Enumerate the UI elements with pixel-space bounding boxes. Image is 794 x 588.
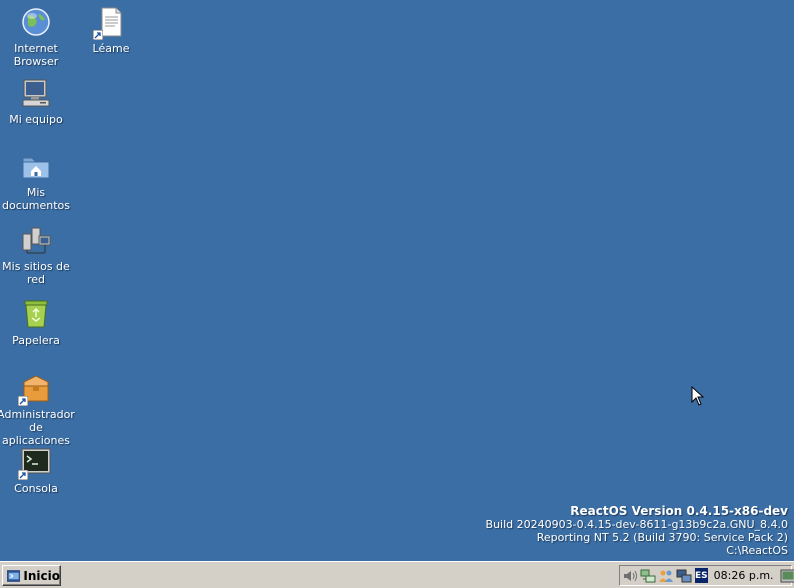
package-icon <box>18 372 52 406</box>
desktop-icon-administrador-de-aplicaciones[interactable]: Administrador de aplicaciones <box>0 372 75 447</box>
start-button-label: Inicio <box>23 568 60 583</box>
version-build: Build 20240903-0.4.15-dev-8611-g13b9c2a.… <box>485 518 788 531</box>
display-icon[interactable] <box>676 568 692 584</box>
version-info: ReactOS Version 0.4.15-x86-dev Build 202… <box>486 504 788 557</box>
desktop-icon-label: Consola <box>14 482 58 495</box>
version-path: C:\ReactOS <box>726 544 788 557</box>
language-indicator[interactable]: ES <box>695 568 708 583</box>
system-tray: ES 08:26 p.m. <box>619 565 794 586</box>
shortcut-arrow-icon <box>93 30 103 40</box>
version-title: ReactOS Version 0.4.15-x86-dev <box>570 504 788 518</box>
desktop-icon-label: Léame <box>92 42 130 55</box>
reactos-logo-icon <box>7 569 21 582</box>
volume-icon[interactable] <box>622 568 638 584</box>
clock[interactable]: 08:26 p.m. <box>714 569 774 582</box>
folder-home-icon <box>20 150 52 182</box>
desktop-icon-internet-browser[interactable]: Internet Browser <box>0 6 74 68</box>
network-icon <box>20 224 52 256</box>
shortcut-arrow-icon <box>18 396 28 406</box>
desktop-icon-leame[interactable]: Léame <box>73 6 149 55</box>
taskbar: Inicio ES 08:26 p.m. <box>0 561 794 588</box>
desktop-icon-mis-sitios-de-red[interactable]: Mis sitios de red <box>0 224 74 286</box>
recycle-bin-icon <box>20 298 52 330</box>
desktop[interactable]: Internet Browser Léame Mi equipo Mis doc… <box>0 0 794 561</box>
show-desktop-icon[interactable] <box>780 568 794 584</box>
desktop-icon-label: Papelera <box>12 334 60 347</box>
desktop-icon-mi-equipo[interactable]: Mi equipo <box>0 77 74 126</box>
version-reporting: Reporting NT 5.2 (Build 3790: Service Pa… <box>536 531 788 544</box>
network-tray-icon[interactable] <box>640 568 656 584</box>
document-icon <box>93 6 127 40</box>
computer-icon <box>20 77 52 109</box>
people-icon[interactable] <box>658 568 674 584</box>
shortcut-arrow-icon <box>18 470 28 480</box>
start-button[interactable]: Inicio <box>2 565 61 586</box>
desktop-icon-label: Mis sitios de red <box>2 260 70 286</box>
desktop-icon-papelera[interactable]: Papelera <box>0 298 74 347</box>
console-icon <box>18 446 52 480</box>
desktop-icon-label: Administrador de aplicaciones <box>0 408 75 447</box>
desktop-icon-label: Internet Browser <box>13 42 59 68</box>
desktop-icon-label: Mis documentos <box>2 186 70 212</box>
desktop-icon-label: Mi equipo <box>9 113 63 126</box>
desktop-icon-mis-documentos[interactable]: Mis documentos <box>0 150 74 212</box>
mouse-cursor-icon <box>691 386 705 406</box>
globe-icon <box>20 6 52 38</box>
desktop-icon-consola[interactable]: Consola <box>0 446 74 495</box>
